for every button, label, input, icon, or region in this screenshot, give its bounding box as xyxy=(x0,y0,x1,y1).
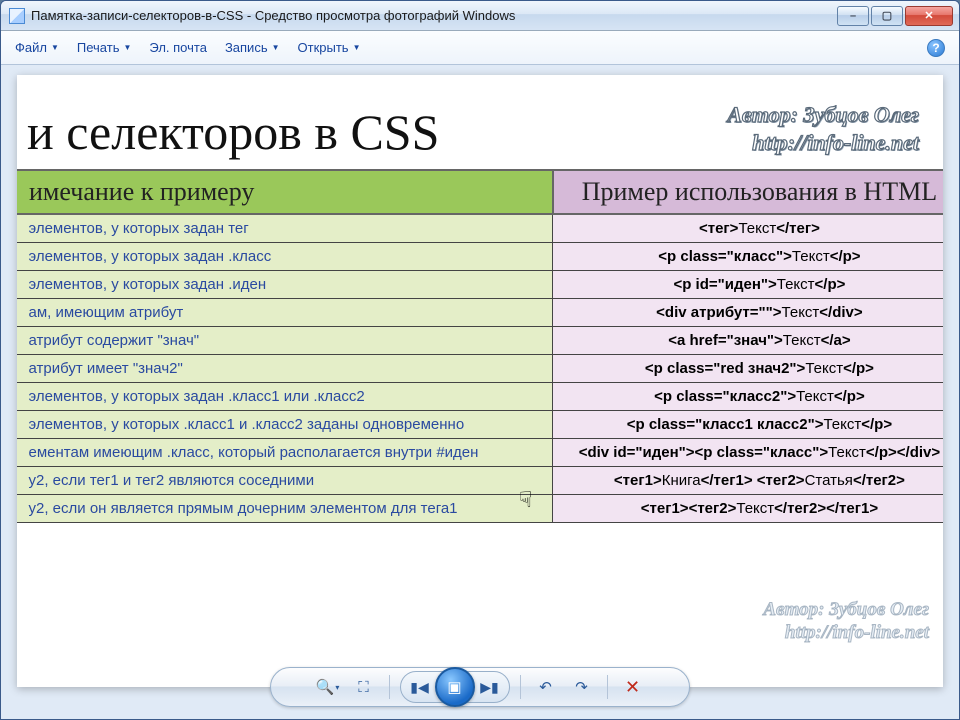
next-button[interactable]: ▶▮ xyxy=(473,673,507,701)
rotate-left-icon: ↶ xyxy=(539,678,552,696)
menu-burn[interactable]: Запись▼ xyxy=(225,40,280,55)
example-cell: <p class="класс1 класс2">Текст</p> xyxy=(553,411,943,439)
col-header-example: Пример использования в HTML xyxy=(553,170,943,214)
table-row: элементов, у которых задан .класс1 или .… xyxy=(17,383,943,411)
magnifier-icon: 🔍 xyxy=(316,678,335,696)
menu-print[interactable]: Печать▼ xyxy=(77,40,132,55)
table-row: ам, имеющим атрибут<div атрибут="">Текст… xyxy=(17,299,943,327)
prev-icon: ▮◀ xyxy=(410,679,428,696)
example-cell: <p class="класс">Текст</p> xyxy=(553,243,943,271)
example-cell: <p class="класс2">Текст</p> xyxy=(553,383,943,411)
rotate-left-button[interactable]: ↶ xyxy=(531,673,561,701)
table-row: элементов, у которых задан тег<тег>Текст… xyxy=(17,214,943,243)
table-row: у2, если он является прямым дочерним эле… xyxy=(17,495,943,523)
rotate-right-button[interactable]: ↷ xyxy=(567,673,597,701)
note-cell: атрибут имеет "знач2" xyxy=(17,355,553,383)
maximize-button[interactable]: ▢ xyxy=(871,6,903,26)
example-cell: <a href="знач">Текст</a> xyxy=(553,327,943,355)
delete-icon: ✕ xyxy=(625,677,640,698)
app-icon xyxy=(9,8,25,24)
table-row: у2, если тег1 и тег2 являются соседними<… xyxy=(17,467,943,495)
table-row: атрибут имеет "знач2"<p class="red знач2… xyxy=(17,355,943,383)
author-url: http://info-line.net xyxy=(727,129,919,157)
table-row: элементов, у которых задан .иден<p id="и… xyxy=(17,271,943,299)
example-cell: <тег>Текст</тег> xyxy=(553,214,943,243)
help-icon[interactable]: ? xyxy=(927,39,945,57)
note-cell: атрибут содержит "знач" xyxy=(17,327,553,355)
rotate-right-icon: ↷ xyxy=(575,678,588,696)
example-cell: <p class="red знач2">Текст</p> xyxy=(553,355,943,383)
note-cell: элементов, у которых задан тег xyxy=(17,214,553,243)
slideshow-icon: ▣ xyxy=(447,678,461,696)
example-cell: <div атрибут="">Текст</div> xyxy=(553,299,943,327)
caret-icon: ▼ xyxy=(51,43,59,52)
slideshow-button[interactable]: ▣ xyxy=(435,667,475,707)
viewer-toolbar: 🔍▾ ⛶ ▮◀ ▣ ▶▮ ↶ ↷ ✕ xyxy=(270,667,690,707)
table-row: элементов, у которых .класс1 и .класс2 з… xyxy=(17,411,943,439)
example-cell: <тег1>Книга</тег1> <тег2>Статья</тег2> xyxy=(553,467,943,495)
zoom-button[interactable]: 🔍▾ xyxy=(313,673,343,701)
table-row: элементов, у которых задан .класс<p clas… xyxy=(17,243,943,271)
titlebar[interactable]: Памятка-записи-селекторов-в-CSS - Средст… xyxy=(1,1,959,31)
menu-email[interactable]: Эл. почта xyxy=(149,40,207,55)
window-controls: – ▢ ✕ xyxy=(835,6,953,26)
example-cell: <p id="иден">Текст</p> xyxy=(553,271,943,299)
caret-icon: ▼ xyxy=(272,43,280,52)
caret-icon: ▼ xyxy=(353,43,361,52)
photo-viewer-window: Памятка-записи-селекторов-в-CSS - Средст… xyxy=(0,0,960,720)
previous-button[interactable]: ▮◀ xyxy=(403,673,437,701)
watermark: Автор: Зубцов Олег http://info-line.net xyxy=(763,598,929,646)
note-cell: у2, если тег1 и тег2 являются соседними xyxy=(17,467,553,495)
note-cell: элементов, у которых задан .класс xyxy=(17,243,553,271)
delete-button[interactable]: ✕ xyxy=(618,673,648,701)
separator xyxy=(389,675,390,699)
caret-icon: ▼ xyxy=(123,43,131,52)
example-cell: <тег1><тег2>Текст</тег2></тег1> xyxy=(553,495,943,523)
note-cell: элементов, у которых .класс1 и .класс2 з… xyxy=(17,411,553,439)
fit-screen-icon: ⛶ xyxy=(358,679,369,696)
separator xyxy=(520,675,521,699)
window-title: Памятка-записи-селекторов-в-CSS - Средст… xyxy=(31,8,835,23)
menu-file[interactable]: Файл▼ xyxy=(15,40,59,55)
image-viewport[interactable]: и селекторов в CSS имечание к примеру Пр… xyxy=(17,75,943,687)
nav-cluster: ▮◀ ▣ ▶▮ xyxy=(400,671,510,703)
note-cell: ементам имеющим .класс, который располаг… xyxy=(17,439,553,467)
caret-icon: ▾ xyxy=(335,683,339,692)
note-cell: элементов, у которых задан .иден xyxy=(17,271,553,299)
col-header-note: имечание к примеру xyxy=(17,170,553,214)
separator xyxy=(607,675,608,699)
author-name: Автор: Зубцов Олег xyxy=(727,101,919,129)
selectors-table: имечание к примеру Пример использования … xyxy=(17,169,943,523)
menu-open[interactable]: Открыть▼ xyxy=(298,40,361,55)
example-cell: <div id="иден"><p class="класс">Текст</p… xyxy=(553,439,943,467)
close-button[interactable]: ✕ xyxy=(905,6,953,26)
next-icon: ▶▮ xyxy=(480,679,498,696)
minimize-button[interactable]: – xyxy=(837,6,869,26)
table-row: атрибут содержит "знач"<a href="знач">Те… xyxy=(17,327,943,355)
content-area: и селекторов в CSS имечание к примеру Пр… xyxy=(1,65,959,719)
note-cell: ам, имеющим атрибут xyxy=(17,299,553,327)
table-row: ементам имеющим .класс, который располаг… xyxy=(17,439,943,467)
fit-button[interactable]: ⛶ xyxy=(349,673,379,701)
menubar: Файл▼ Печать▼ Эл. почта Запись▼ Открыть▼… xyxy=(1,31,959,65)
note-cell: элементов, у которых задан .класс1 или .… xyxy=(17,383,553,411)
note-cell: у2, если он является прямым дочерним эле… xyxy=(17,495,553,523)
author-credit: Автор: Зубцов Олег http://info-line.net xyxy=(727,101,919,156)
